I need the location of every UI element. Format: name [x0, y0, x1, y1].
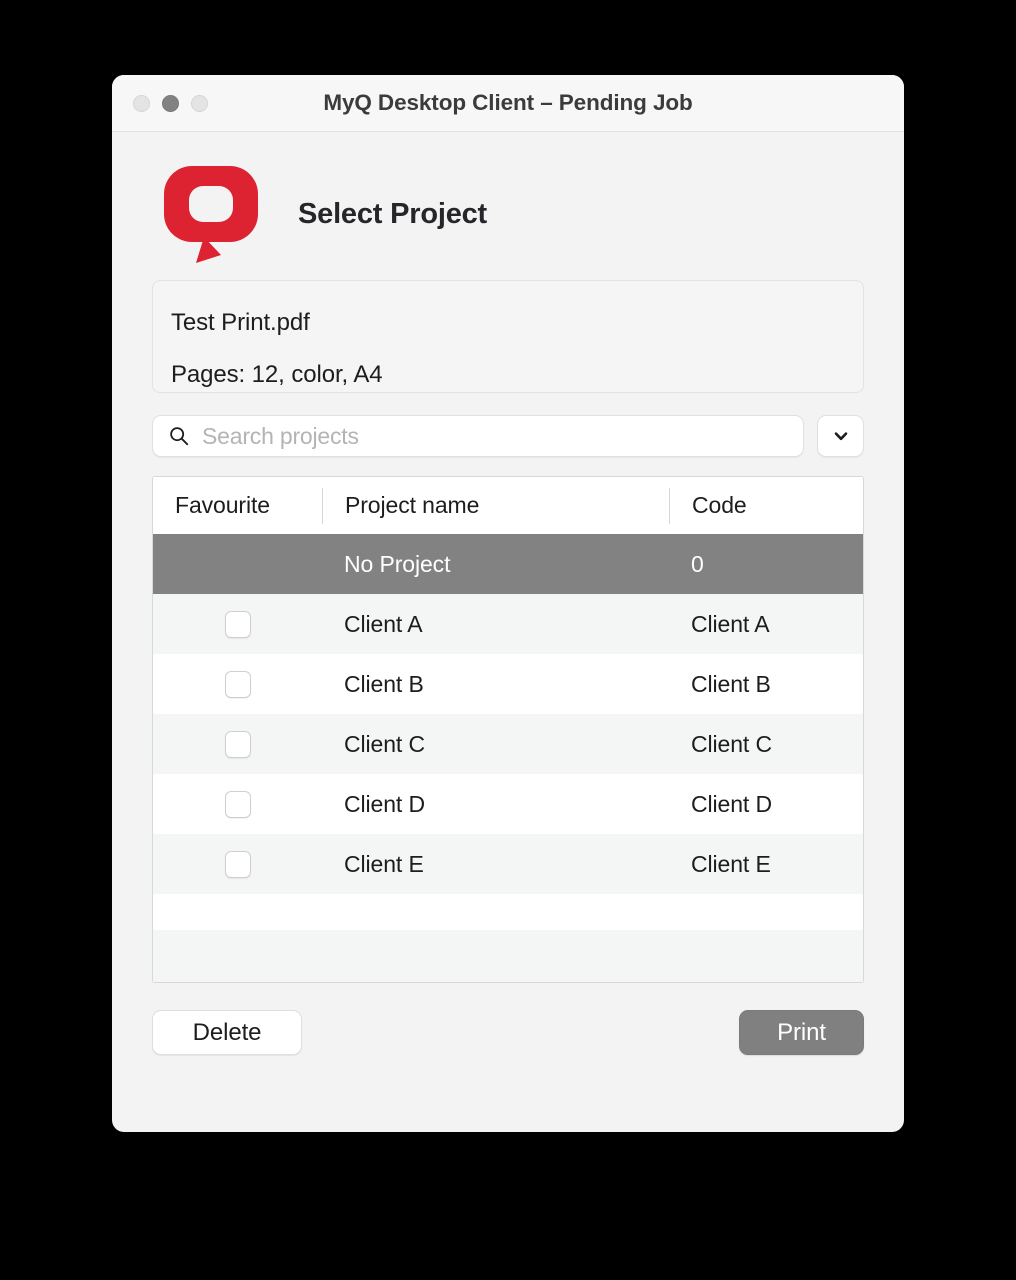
favourite-checkbox[interactable]	[224, 670, 251, 698]
cell-favourite	[153, 730, 322, 758]
cell-code: Client E	[691, 850, 771, 877]
cell-project-name: Client A	[344, 610, 423, 637]
cell-project-name: Client C	[344, 730, 426, 757]
table-empty-space	[153, 894, 863, 930]
column-header-favourite[interactable]: Favourite	[153, 488, 322, 524]
page-title: Select Project	[298, 198, 488, 230]
favourite-checkbox[interactable]	[224, 850, 251, 878]
table-row[interactable]: Client E Client E	[153, 834, 863, 894]
cell-project-name: No Project	[344, 550, 451, 577]
cell-favourite	[153, 850, 322, 878]
cell-favourite	[153, 790, 322, 818]
myq-logo	[163, 165, 261, 265]
cell-code: 0	[691, 550, 704, 577]
table-row[interactable]: Client A Client A	[153, 594, 863, 654]
job-file-name: Test Print.pdf	[171, 309, 310, 336]
app-header: Select Project	[152, 132, 864, 263]
window-title: MyQ Desktop Client – Pending Job	[323, 90, 693, 115]
chevron-down-icon	[834, 432, 847, 441]
cell-project-name: Client B	[344, 670, 424, 697]
table-row[interactable]: Client C Client C	[153, 714, 863, 774]
window-titlebar: MyQ Desktop Client – Pending Job	[112, 75, 904, 132]
action-bar: Delete Print	[152, 1010, 864, 1055]
table-row[interactable]: No Project 0	[153, 534, 863, 594]
table-row[interactable]: Client B Client B	[153, 654, 863, 714]
table-footer-strip	[153, 930, 863, 982]
cell-project-name: Client D	[344, 790, 426, 817]
cell-favourite	[153, 610, 322, 638]
job-info-card: Test Print.pdf Pages: 12, color, A4	[152, 280, 864, 393]
job-details: Pages: 12, color, A4	[171, 361, 383, 388]
favourite-checkbox[interactable]	[224, 730, 251, 758]
cell-project-name: Client E	[344, 850, 424, 877]
maximize-button-icon[interactable]	[191, 94, 208, 112]
table-header-row: Favourite Project name Code	[153, 477, 863, 534]
cell-favourite	[153, 670, 322, 698]
search-dropdown-button[interactable]	[817, 415, 864, 457]
column-header-project-name[interactable]: Project name	[322, 487, 669, 524]
search-field[interactable]	[152, 415, 804, 457]
cell-code: Client C	[691, 730, 773, 757]
window-controls	[133, 94, 208, 112]
projects-table: Favourite Project name Code No Project 0 C…	[152, 476, 864, 983]
favourite-checkbox[interactable]	[224, 790, 251, 818]
cell-code: Client A	[691, 610, 770, 637]
print-button[interactable]: Print	[739, 1010, 864, 1055]
screen: MyQ Desktop Client – Pending Job Select …	[0, 0, 1016, 1280]
window-body: Select Project Test Print.pdf Pages: 12,…	[112, 132, 904, 1132]
close-button-icon[interactable]	[133, 94, 150, 112]
search-icon	[170, 427, 189, 446]
app-window: MyQ Desktop Client – Pending Job Select …	[112, 75, 904, 1132]
search-input[interactable]	[200, 421, 803, 451]
table-body: No Project 0 Client A Client A Client B Clien…	[153, 534, 863, 894]
cell-code: Client B	[691, 670, 771, 697]
column-header-code[interactable]: Code	[669, 487, 863, 524]
cell-code: Client D	[691, 790, 773, 817]
delete-button[interactable]: Delete	[152, 1010, 302, 1055]
table-row[interactable]: Client D Client D	[153, 774, 863, 834]
minimize-button-icon[interactable]	[162, 94, 179, 112]
favourite-checkbox[interactable]	[224, 610, 251, 638]
search-row	[152, 415, 864, 457]
